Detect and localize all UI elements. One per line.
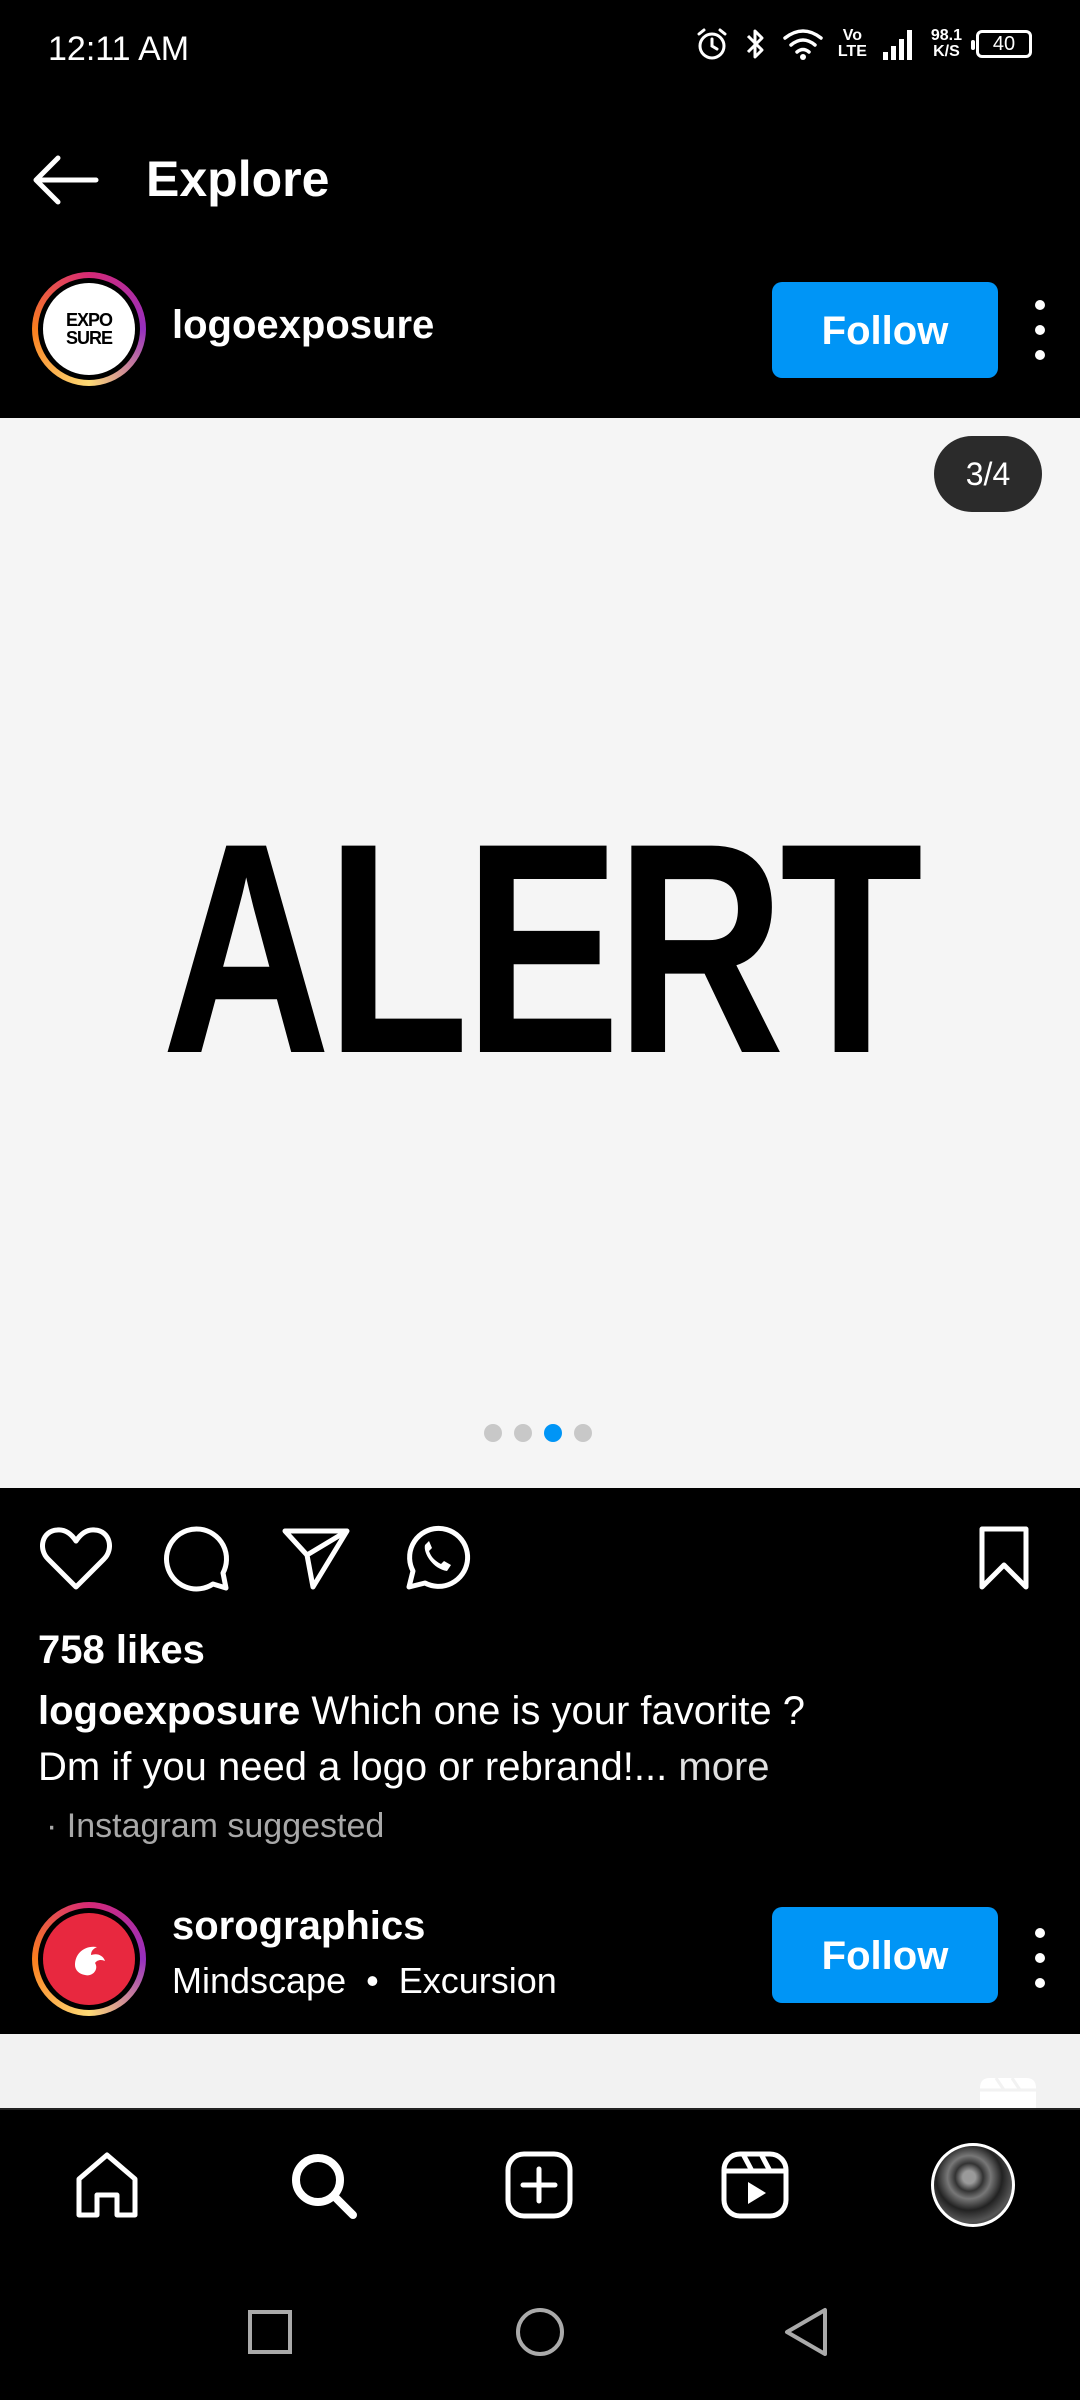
profile-tab[interactable] xyxy=(928,2140,1018,2230)
alarm-icon xyxy=(697,28,727,60)
carousel-dot xyxy=(484,1424,502,1442)
follow-button[interactable]: Follow xyxy=(772,282,998,378)
recents-icon[interactable] xyxy=(230,2292,310,2372)
signal-icon xyxy=(882,30,912,60)
back-triangle-icon[interactable] xyxy=(766,2292,846,2372)
caption-username[interactable]: logoexposure xyxy=(38,1689,300,1733)
battery-level: 40 xyxy=(992,32,1016,55)
whatsapp-icon[interactable] xyxy=(398,1520,474,1596)
profile-avatar xyxy=(931,2143,1015,2227)
bird-logo-icon xyxy=(75,1946,105,1976)
status-icons: Vo LTE 98.1 K/S 40 xyxy=(694,26,1032,62)
wifi-icon xyxy=(783,29,823,60)
system-nav xyxy=(0,2260,1080,2400)
network-speed: 98.1 K/S xyxy=(930,27,962,60)
home-circle-icon[interactable] xyxy=(500,2292,580,2372)
next-post-image[interactable] xyxy=(0,2034,1080,2108)
explore-header: Explore xyxy=(0,120,1080,240)
more-options-icon[interactable] xyxy=(1028,1928,1052,1988)
avatar-story-ring[interactable] xyxy=(32,1902,146,2016)
carousel-dot xyxy=(514,1424,532,1442)
post-username[interactable]: logoexposure xyxy=(172,303,434,348)
post-header-2: sorographics Mindscape • Excursion Follo… xyxy=(0,1890,1080,2020)
avatar xyxy=(43,1913,135,2005)
carousel-dot-active xyxy=(544,1424,562,1442)
more-options-icon[interactable] xyxy=(1028,300,1052,360)
post-username[interactable]: sorographics xyxy=(172,1904,425,1949)
reels-icon[interactable] xyxy=(710,2140,800,2230)
avatar-text-line2: SURE xyxy=(65,328,113,348)
bluetooth-icon xyxy=(746,29,764,59)
comment-icon[interactable] xyxy=(158,1520,234,1596)
audio-subline[interactable]: Mindscape • Excursion xyxy=(172,1960,557,2002)
caption-more-link[interactable]: more xyxy=(678,1745,769,1789)
carousel-dots xyxy=(484,1424,592,1442)
page-counter: 3/4 xyxy=(934,436,1042,512)
suggested-label: · Instagram suggested xyxy=(46,1807,385,1845)
bottom-nav xyxy=(0,2108,1080,2260)
page-title: Explore xyxy=(146,151,330,207)
avatar-story-ring[interactable]: EXPO SURE xyxy=(32,272,146,386)
post-image-text: ALERT xyxy=(161,780,923,1116)
post-actions xyxy=(0,1520,1080,1600)
likes-count[interactable]: 758 likes xyxy=(38,1628,205,1673)
avatar: EXPO SURE xyxy=(43,283,135,375)
post-header: EXPO SURE logoexposure Follow xyxy=(0,265,1080,395)
follow-button[interactable]: Follow xyxy=(772,1907,998,2003)
bookmark-icon[interactable] xyxy=(966,1520,1042,1596)
status-bar: 12:11 AM Vo LTE 98.1 K/S 40 xyxy=(0,0,1080,110)
avatar-text-line1: EXPO xyxy=(65,310,113,330)
volte-indicator: Vo LTE xyxy=(837,27,867,60)
share-icon[interactable] xyxy=(278,1520,354,1596)
battery-icon: 40 xyxy=(971,30,1032,58)
search-icon[interactable] xyxy=(278,2140,368,2230)
carousel-dot xyxy=(574,1424,592,1442)
back-button[interactable] xyxy=(30,148,110,212)
home-icon[interactable] xyxy=(62,2140,152,2230)
caption-line2: Dm if you need a logo or rebrand!... xyxy=(38,1745,668,1789)
add-icon[interactable] xyxy=(494,2140,584,2230)
caption[interactable]: logoexposure Which one is your favorite … xyxy=(38,1683,1038,1795)
caption-text: Which one is your favorite ? xyxy=(311,1689,805,1733)
post-image[interactable]: 3/4 ALERT xyxy=(0,418,1080,1488)
heart-icon[interactable] xyxy=(38,1520,114,1596)
back-arrow-icon xyxy=(33,155,99,205)
status-time: 12:11 AM xyxy=(48,30,190,68)
reel-badge-icon xyxy=(980,2077,1036,2108)
